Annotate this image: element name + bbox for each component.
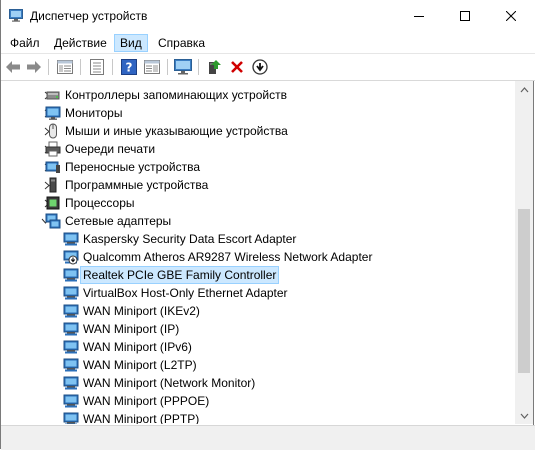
help-button[interactable]: ? [120,58,138,76]
back-button[interactable] [4,58,22,76]
status-bar [1,425,535,450]
network-adapter-icon [63,232,79,246]
device-manager-app-icon [9,9,23,22]
tree-category-label: Сетевые адаптеры [65,214,172,228]
update-driver-button[interactable] [205,58,223,76]
disable-device-button[interactable] [251,58,269,76]
tree-device-label: WAN Miniport (IPv6) [83,340,192,354]
toolbar-separator [80,59,81,75]
chevron-down-icon [520,413,528,419]
tree-category-label: Очереди печати [65,142,156,156]
tree-device-label: WAN Miniport (IP) [83,322,180,336]
device-tree[interactable]: Контроллеры запоминающих устройств Монит… [1,81,515,424]
network-adapter-disabled-icon [63,250,79,265]
tree-device-label: WAN Miniport (L2TP) [83,358,197,372]
scan-hardware-button[interactable] [174,58,192,76]
maximize-icon [460,11,470,21]
title-bar[interactable]: Диспетчер устройств [1,0,535,32]
network-adapter-icon [63,340,79,354]
toolbar-separator [112,59,113,75]
forward-icon [27,61,41,73]
menu-file[interactable]: Файл [5,34,45,52]
tree-category-label: Программные устройства [65,178,209,192]
network-adapter-icon [63,268,79,282]
back-icon [6,61,20,73]
tree-device-label: VirtualBox Host-Only Ethernet Adapter [83,286,288,300]
printer-icon [45,141,61,157]
maximize-button[interactable] [442,0,488,32]
details-pane-button[interactable] [143,58,161,76]
processor-icon [46,196,60,210]
toolbar-separator [48,59,49,75]
portable-device-icon [45,161,60,173]
scroll-down-button[interactable] [515,407,533,424]
tree-device-label: WAN Miniport (PPPOE) [83,394,210,408]
network-adapter-icon [63,322,79,336]
list-view-button[interactable] [88,58,106,76]
disable-icon [252,59,268,75]
mouse-icon [49,123,57,139]
svg-text:?: ? [126,61,133,75]
network-adapter-icon [45,213,61,229]
tree-device-label: Realtek PCIe GBE Family Controller [80,266,280,284]
scan-hardware-icon [174,59,192,75]
monitor-icon [45,106,61,120]
window-title: Диспетчер устройств [30,9,148,23]
network-adapter-icon [63,358,79,372]
toolbar-separator [198,59,199,75]
device-manager-window: Диспетчер устройств Файл Действие Вид Сп… [0,0,535,450]
close-icon [506,11,516,21]
vertical-scrollbar[interactable] [515,81,533,424]
tree-device-label: Kaspersky Security Data Escort Adapter [83,232,297,246]
toolbar-separator [167,59,168,75]
storage-controller-icon [46,91,60,100]
tree-category-label: Мониторы [65,106,123,120]
menu-bar: Файл Действие Вид Справка [1,32,535,54]
tree-category-label: Переносные устройства [65,160,201,174]
details-pane-icon [144,60,160,74]
forward-button[interactable] [25,58,43,76]
list-view-icon [90,59,104,75]
tree-category-label: Процессоры [65,196,135,210]
uninstall-icon [231,61,243,73]
chevron-up-icon [520,86,528,92]
tree-device-label: Qualcomm Atheros AR9287 Wireless Network… [83,250,373,264]
tree-device-label: WAN Miniport (IKEv2) [83,304,200,318]
tree-category-label: Мыши и иные указывающие устройства [65,124,288,138]
uninstall-button[interactable] [228,58,246,76]
menu-action[interactable]: Действие [49,34,112,52]
properties-pane-button[interactable] [56,58,74,76]
tree-device-label: WAN Miniport (PPTP) [83,412,200,424]
menu-help[interactable]: Справка [153,34,210,52]
software-device-icon [49,177,57,193]
help-icon: ? [121,59,137,75]
network-adapter-icon [63,376,79,390]
toolbar: ? [1,54,535,81]
properties-pane-icon [57,60,73,74]
network-adapter-icon [63,412,79,424]
minimize-button[interactable] [396,0,442,32]
close-button[interactable] [488,0,534,32]
network-adapter-icon [63,304,79,318]
network-adapter-icon [63,286,79,300]
tree-category-label: Контроллеры запоминающих устройств [65,88,287,102]
tree-device-label: WAN Miniport (Network Monitor) [83,376,256,390]
update-driver-icon [209,60,221,74]
scroll-up-button[interactable] [515,81,533,98]
minimize-icon [414,16,424,17]
scrollbar-thumb[interactable] [518,209,530,373]
network-adapter-icon [63,394,79,408]
menu-view[interactable]: Вид [114,34,148,52]
